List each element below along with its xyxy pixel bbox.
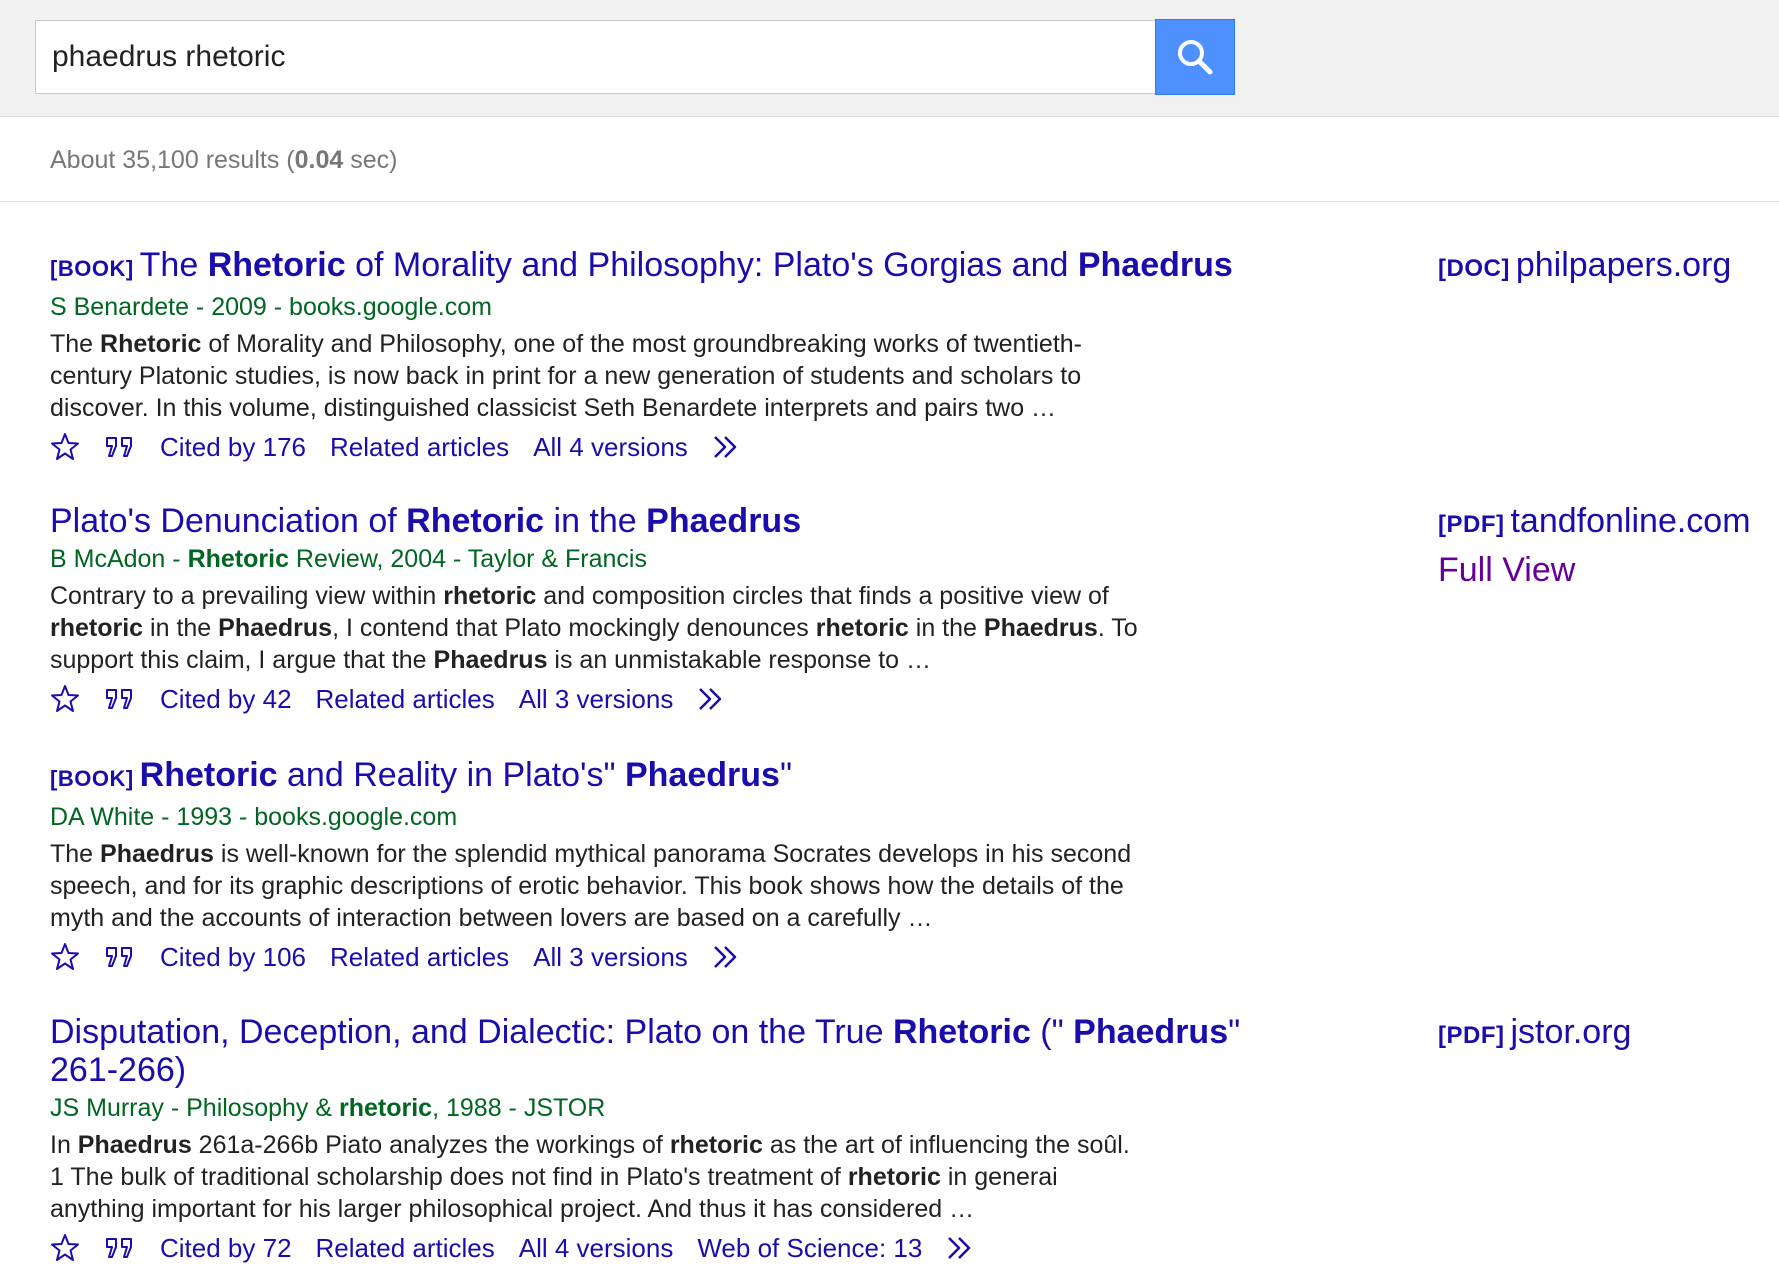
cited-by-link[interactable]: Cited by 176 xyxy=(160,432,306,463)
save-button[interactable] xyxy=(50,684,80,714)
result-type-label: [BOOK] xyxy=(50,256,134,281)
more-button[interactable] xyxy=(712,434,744,460)
result-title-line: [BOOK] The Rhetoric of Morality and Philo… xyxy=(50,246,1250,288)
result-actions: Cited by 72 Related articles All 4 versi… xyxy=(50,1229,1250,1267)
quote-icon xyxy=(106,947,132,967)
side-link[interactable]: [PDF] tandfonline.com xyxy=(1438,502,1751,541)
result-title-link[interactable]: The Rhetoric of Morality and Philosophy:… xyxy=(140,246,1233,284)
cite-button[interactable] xyxy=(104,1236,136,1260)
web-of-science-link[interactable]: Web of Science: 13 xyxy=(697,1233,922,1264)
result-actions: Cited by 176 Related articles All 4 vers… xyxy=(50,428,1250,466)
result-meta: B McAdon - Rhetoric Review, 2004 - Taylo… xyxy=(50,545,647,573)
side-link[interactable]: [DOC] philpapers.org xyxy=(1438,246,1731,285)
star-icon xyxy=(51,433,79,460)
double-chevron-icon xyxy=(713,946,737,968)
star-icon xyxy=(51,685,79,712)
cited-by-link[interactable]: Cited by 42 xyxy=(160,684,292,715)
versions-link[interactable]: All 3 versions xyxy=(519,684,674,715)
cited-by-link[interactable]: Cited by 106 xyxy=(160,942,306,973)
versions-link[interactable]: All 3 versions xyxy=(533,942,688,973)
result-item: [BOOK] The Rhetoric of Morality and Philo… xyxy=(50,246,1250,466)
result-type-label: [BOOK] xyxy=(50,766,134,791)
result-title-link[interactable]: Plato's Denunciation of Rhetoric in the … xyxy=(50,502,801,540)
save-button[interactable] xyxy=(50,1233,80,1263)
save-button[interactable] xyxy=(50,942,80,972)
result-meta: JS Murray - Philosophy & rhetoric, 1988 … xyxy=(50,1094,606,1122)
result-actions: Cited by 106 Related articles All 3 vers… xyxy=(50,938,1250,976)
stats-prefix: About 35,100 results ( xyxy=(50,146,295,174)
versions-link[interactable]: All 4 versions xyxy=(533,432,688,463)
full-view-link[interactable]: Full View xyxy=(1438,551,1575,590)
save-button[interactable] xyxy=(50,432,80,462)
result-meta: DA White - 1993 - books.google.com xyxy=(50,803,458,831)
side-domain: philpapers.org xyxy=(1515,246,1732,284)
side-link[interactable]: [PDF] jstor.org xyxy=(1438,1013,1631,1052)
result-title-line: [BOOK] Rhetoric and Reality in Plato's" P… xyxy=(50,756,1250,798)
quote-icon xyxy=(106,437,132,457)
divider xyxy=(0,201,1779,202)
top-bar xyxy=(0,0,1779,117)
result-snippet: The Rhetoric of Morality and Philosophy,… xyxy=(50,330,1083,422)
result-snippet: In Phaedrus 261a-266b Piato analyzes the… xyxy=(50,1131,1130,1223)
versions-link[interactable]: All 4 versions xyxy=(519,1233,674,1264)
cite-button[interactable] xyxy=(104,687,136,711)
result-title-line: Plato's Denunciation of Rhetoric in the … xyxy=(50,502,1250,540)
side-type-label: [DOC] xyxy=(1438,255,1510,282)
result-item: [BOOK] Rhetoric and Reality in Plato's" P… xyxy=(50,756,1250,976)
search-box xyxy=(35,20,1155,94)
result-title-link[interactable]: Rhetoric and Reality in Plato's" Phaedru… xyxy=(140,756,792,794)
quote-icon xyxy=(106,689,132,709)
search-button[interactable] xyxy=(1155,19,1235,95)
side-type-label: [PDF] xyxy=(1438,511,1505,538)
side-type-label: [PDF] xyxy=(1438,1022,1505,1049)
result-title-link[interactable]: Disputation, Deception, and Dialectic: P… xyxy=(50,1013,1240,1089)
result-meta: S Benardete - 2009 - books.google.com xyxy=(50,293,492,321)
star-icon xyxy=(51,1234,79,1261)
side-domain: jstor.org xyxy=(1510,1013,1632,1051)
more-button[interactable] xyxy=(697,686,729,712)
related-articles-link[interactable]: Related articles xyxy=(330,942,509,973)
results-stats: About 35,100 results (0.04 sec) xyxy=(50,146,397,175)
star-icon xyxy=(51,943,79,970)
side-domain: tandfonline.com xyxy=(1510,502,1751,540)
cite-button[interactable] xyxy=(104,435,136,459)
result-actions: Cited by 42 Related articles All 3 versi… xyxy=(50,680,1250,718)
more-button[interactable] xyxy=(712,944,744,970)
related-articles-link[interactable]: Related articles xyxy=(316,684,495,715)
result-title-line: Disputation, Deception, and Dialectic: P… xyxy=(50,1013,1270,1089)
search-icon xyxy=(1178,40,1213,75)
search-input[interactable] xyxy=(52,21,1142,93)
related-articles-link[interactable]: Related articles xyxy=(330,432,509,463)
quote-icon xyxy=(106,1238,132,1258)
result-snippet: The Phaedrus is well-known for the splen… xyxy=(50,840,1132,932)
cited-by-link[interactable]: Cited by 72 xyxy=(160,1233,292,1264)
related-articles-link[interactable]: Related articles xyxy=(316,1233,495,1264)
double-chevron-icon xyxy=(713,436,737,458)
stats-suffix: sec) xyxy=(343,146,398,174)
stats-time: 0.04 xyxy=(294,146,344,174)
result-snippet: Contrary to a prevailing view within rhe… xyxy=(50,582,1138,674)
result-item: Plato's Denunciation of Rhetoric in the … xyxy=(50,502,1250,718)
double-chevron-icon xyxy=(948,1237,971,1259)
more-button[interactable] xyxy=(946,1235,978,1261)
cite-button[interactable] xyxy=(104,945,136,969)
result-item: Disputation, Deception, and Dialectic: P… xyxy=(50,1013,1250,1267)
double-chevron-icon xyxy=(699,688,722,710)
